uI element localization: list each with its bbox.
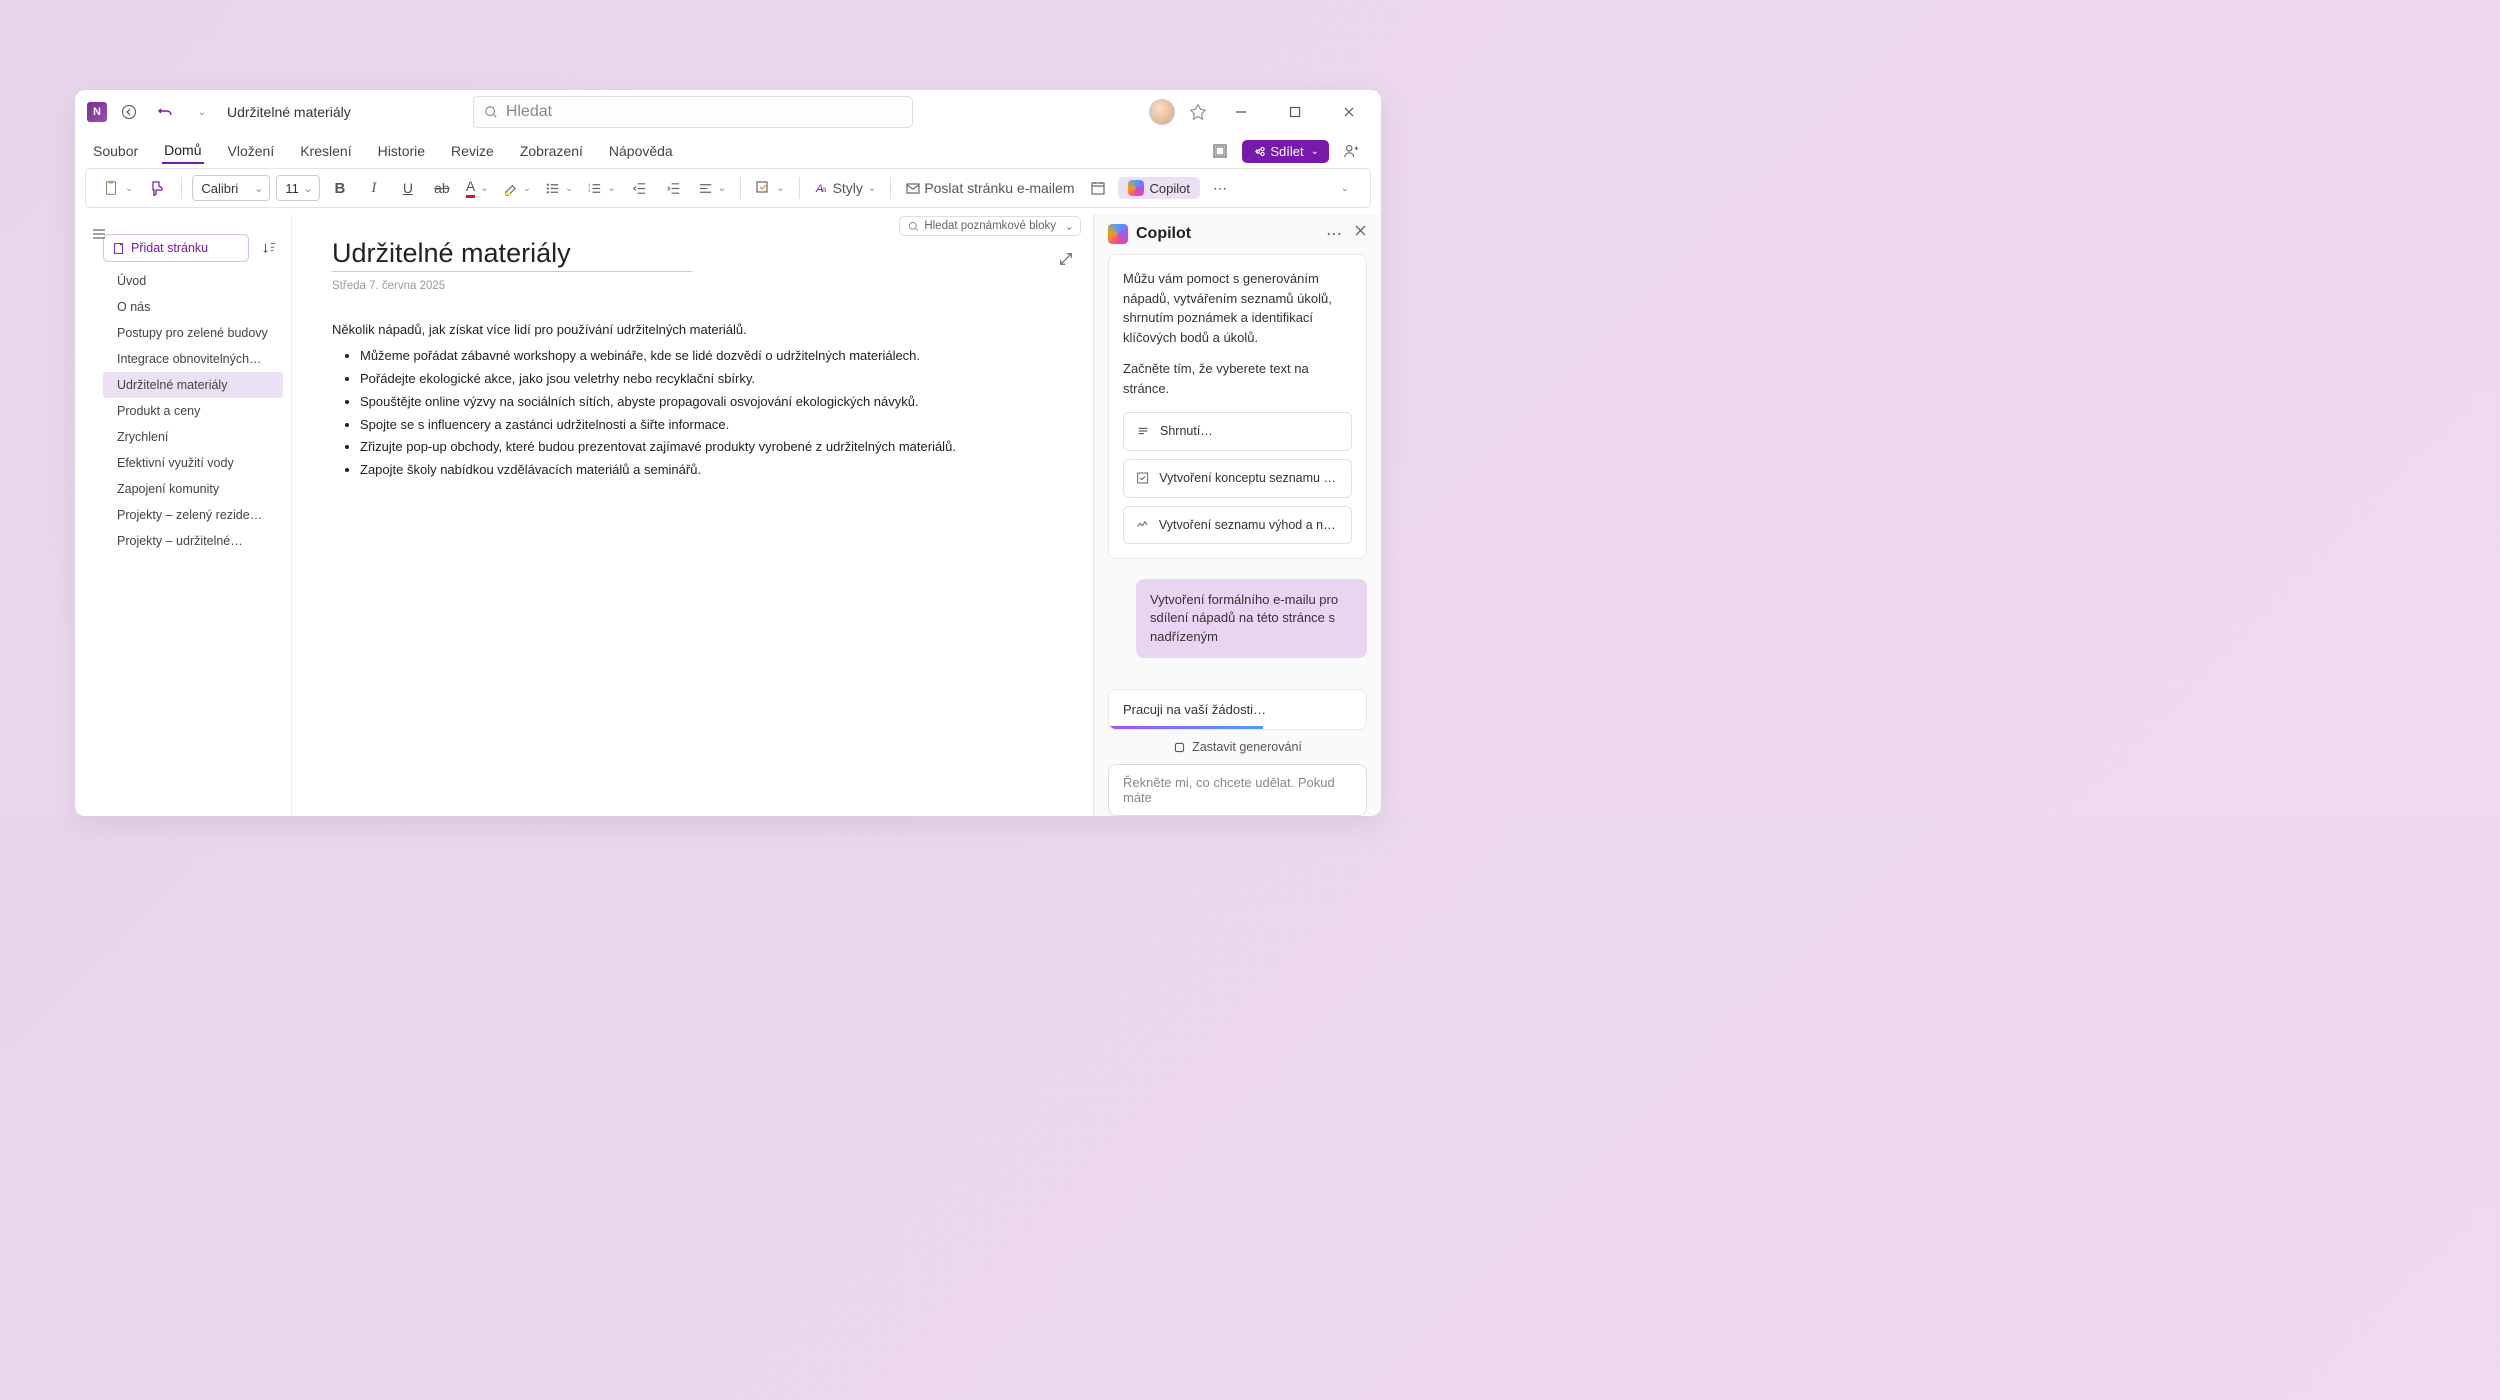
page-title[interactable]: Udržitelné materiály [332,238,692,272]
page-item[interactable]: Projekty – udržitelné… [103,528,283,554]
copilot-user-message: Vytvoření formálního e-mailu pro sdílení… [1136,579,1367,658]
copilot-icon [1108,224,1128,244]
page-date: Středa 7. června 2025 [332,280,1053,292]
tab-zobrazeni[interactable]: Zobrazení [518,139,585,163]
numbered-list-button[interactable]: 12 ⌄ [583,174,619,202]
svg-text:a: a [822,185,827,194]
more-commands-icon[interactable]: ⋯ [1206,174,1234,202]
tab-soubor[interactable]: Soubor [91,139,140,163]
close-button[interactable] [1329,98,1369,126]
minimize-button[interactable] [1221,98,1261,126]
italic-button[interactable]: I [360,174,388,202]
paste-button[interactable]: ⌄ [98,174,137,202]
bullet-item: Pořádejte ekologické akce, jako jsou vel… [360,370,1053,389]
add-page-button[interactable]: Přidat stránku [103,234,249,262]
send-email-button[interactable]: Poslat stránku e-mailem [901,174,1078,202]
bullet-item: Zapojte školy nabídkou vzdělávacích mate… [360,461,1053,480]
expand-icon[interactable] [1059,252,1073,266]
copilot-ribbon-button[interactable]: Copilot [1118,177,1199,199]
tab-historie[interactable]: Historie [376,139,427,163]
intro-text: Několik nápadů, jak získat více lidí pro… [332,322,1053,337]
search-placeholder: Hledat [506,103,552,121]
share-button[interactable]: Sdílet ⌄ [1242,140,1329,163]
app-icon: N [87,102,107,122]
copilot-more-icon[interactable]: ⋯ [1326,224,1342,244]
search-input[interactable]: Hledat [473,96,913,128]
copilot-close-icon[interactable] [1354,224,1367,244]
copilot-suggestion-summary[interactable]: Shrnutí… [1123,412,1352,451]
copilot-working-status: Pracuji na vaší žádosti… [1108,689,1367,730]
page-item[interactable]: Postupy pro zelené budovy [103,320,283,346]
copilot-intro-card: Můžu vám pomoct s generováním nápadů, vy… [1108,254,1367,559]
copilot-header: Copilot ⋯ [1094,214,1381,254]
copilot-title: Copilot [1136,225,1191,243]
premium-icon[interactable] [1189,103,1207,121]
copilot-suggestion-proscons[interactable]: Vytvoření seznamu výhod a nevý… [1123,506,1352,545]
page-item[interactable]: Efektivní využití vody [103,450,283,476]
back-icon[interactable] [115,98,143,126]
copilot-stop-button[interactable]: Zastavit generování [1108,730,1367,764]
maximize-button[interactable] [1275,98,1315,126]
indent-button[interactable] [660,174,688,202]
undo-icon[interactable] [151,98,179,126]
meeting-details-icon[interactable] [1084,174,1112,202]
copilot-suggestion-tasklist[interactable]: Vytvoření konceptu seznamu úk… [1123,459,1352,498]
person-add-icon[interactable] [1337,137,1365,165]
align-button[interactable]: ⌄ [694,174,730,202]
tab-vlozeni[interactable]: Vložení [226,139,277,163]
page-item[interactable]: Úvod [103,268,283,294]
body-area: Hledat poznámkové bloky Přidat stránku Ú… [75,214,1381,816]
avatar[interactable] [1149,99,1175,125]
page-body[interactable]: Několik nápadů, jak získat více lidí pro… [332,322,1053,480]
tab-kresleni[interactable]: Kreslení [298,139,353,163]
page-item[interactable]: O nás [103,294,283,320]
bullet-item: Můžeme pořádat zábavné workshopy a webin… [360,347,1053,366]
page-item[interactable]: Projekty – zelený rezide… [103,502,283,528]
page-content[interactable]: Udržitelné materiály Středa 7. června 20… [291,214,1093,816]
ribbon: ⌄ Calibri 11 B I U ab A⌄ ⌄ ⌄ 12 ⌄ [85,168,1371,208]
tab-domu[interactable]: Domů [162,138,203,164]
page-item[interactable]: Udržitelné materiály [103,372,283,398]
page-item[interactable]: Zapojení komunity [103,476,283,502]
highlight-button[interactable]: ⌄ [499,174,535,202]
menubar: Soubor Domů Vložení Kreslení Historie Re… [75,134,1381,168]
titlebar-right [1149,98,1369,126]
bullet-list-button[interactable]: ⌄ [541,174,577,202]
bullet-item: Spojte se s influencery a zastánci udrži… [360,416,1053,435]
bullet-item: Spouštějte online výzvy na sociálních sí… [360,393,1053,412]
format-painter-icon[interactable] [143,174,171,202]
ribbon-collapse-icon[interactable]: ⌄ [1330,174,1358,202]
page-layout-icon[interactable] [1206,137,1234,165]
page-item[interactable]: Integrace obnovitelných… [103,346,283,372]
page-item[interactable]: Produkt a ceny [103,398,283,424]
copilot-input[interactable]: Řekněte mi, co chcete udělat. Pokud máte [1108,764,1367,816]
copilot-panel: Copilot ⋯ Můžu vám pomoct s generováním … [1093,214,1381,816]
font-size-select[interactable]: 11 [276,175,320,201]
bold-button[interactable]: B [326,174,354,202]
outdent-button[interactable] [626,174,654,202]
sort-pages-icon[interactable] [255,234,283,262]
tab-napoveda[interactable]: Nápověda [607,139,675,163]
font-name-select[interactable]: Calibri [192,175,270,201]
underline-button[interactable]: U [394,174,422,202]
hamburger-icon[interactable] [85,220,113,248]
styles-button[interactable]: Aa Styly ⌄ [810,174,881,202]
page-sidebar: Přidat stránku ÚvodO násPostupy pro zele… [103,234,283,816]
svg-text:2: 2 [588,187,591,192]
customize-dropdown-icon[interactable]: ⌄ [187,98,215,126]
titlebar: N ⌄ Udržitelné materiály Hledat [75,90,1381,134]
strikethrough-button[interactable]: ab [428,174,456,202]
bullet-item: Zřizujte pop-up obchody, které budou pre… [360,438,1053,457]
copilot-icon [1128,180,1144,196]
tab-revize[interactable]: Revize [449,139,496,163]
page-item[interactable]: Zrychlení [103,424,283,450]
document-title[interactable]: Udržitelné materiály [227,104,351,120]
font-color-button[interactable]: A⌄ [462,174,493,202]
app-window: N ⌄ Udržitelné materiály Hledat Soubor D… [75,90,1381,816]
tags-button[interactable]: ⌄ [751,174,788,202]
